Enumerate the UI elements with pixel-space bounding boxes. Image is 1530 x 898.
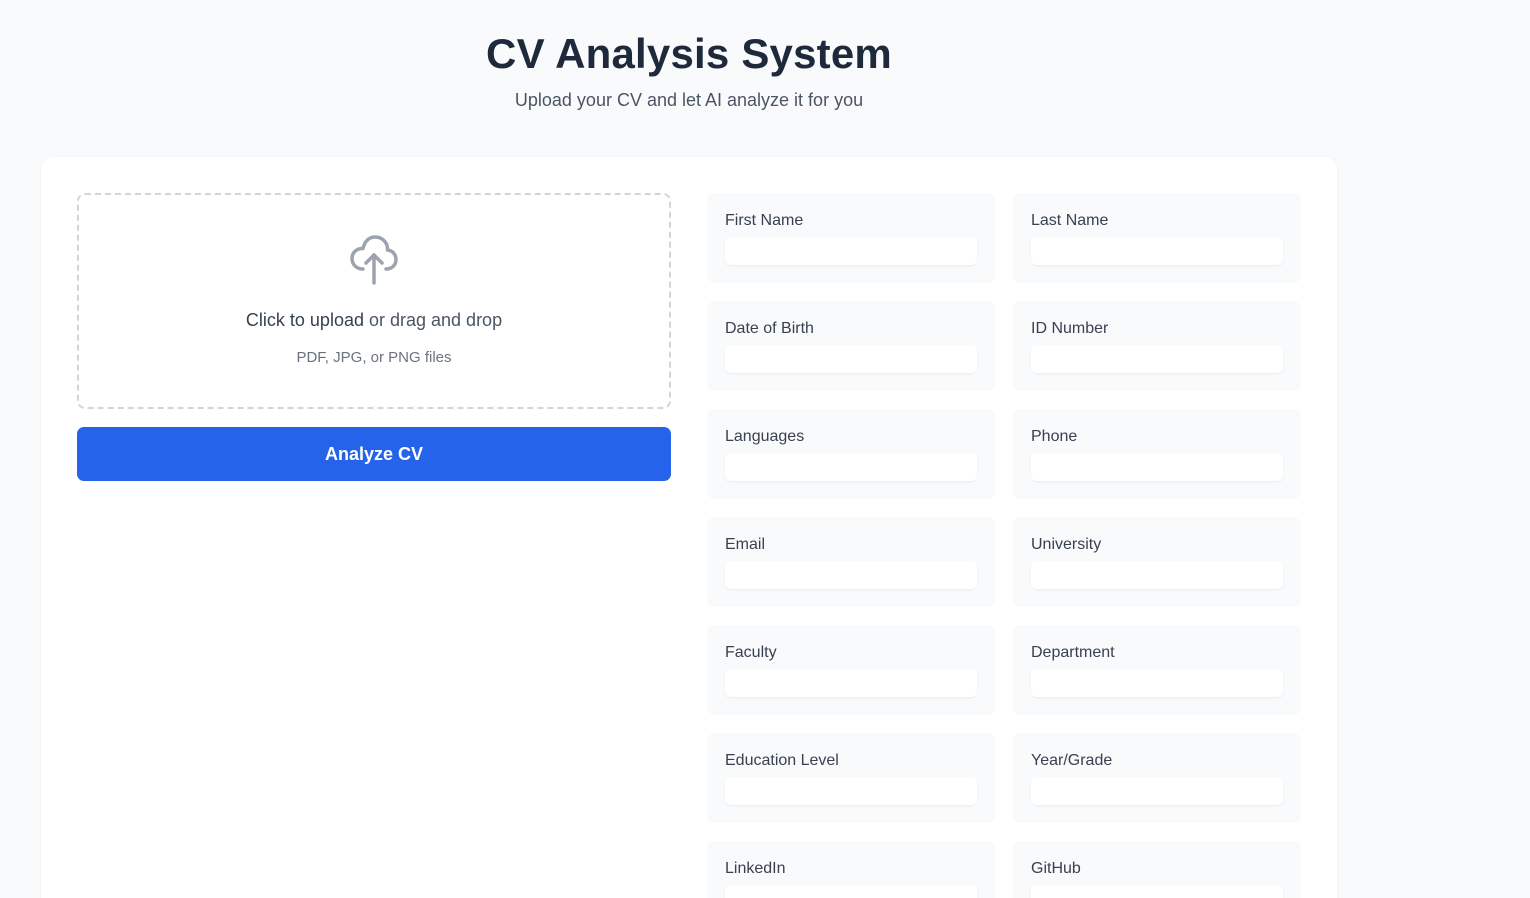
education-level-label: Education Level (725, 752, 839, 769)
github-label: GitHub (1031, 860, 1081, 877)
drag-drop-text: or drag and drop (363, 310, 503, 330)
first-name-input[interactable] (725, 237, 977, 265)
last-name-input[interactable] (1031, 237, 1283, 265)
first-name-label: First Name (725, 212, 804, 229)
github-input[interactable] (1031, 885, 1283, 898)
phone-label: Phone (1031, 428, 1078, 445)
field-id-number: ID Number (1013, 301, 1301, 391)
field-phone: Phone (1013, 409, 1301, 499)
university-label: University (1031, 536, 1102, 553)
department-label: Department (1031, 644, 1115, 661)
page-header: CV Analysis System Upload your CV and le… (41, 28, 1337, 112)
linkedin-label: LinkedIn (725, 860, 786, 877)
field-first-name: First Name (707, 193, 995, 283)
education-level-input[interactable] (725, 777, 977, 805)
field-year-grade: Year/Grade (1013, 733, 1301, 823)
main-card: Click to upload or drag and drop PDF, JP… (41, 157, 1337, 898)
languages-label: Languages (725, 428, 805, 445)
date-of-birth-input[interactable] (725, 345, 977, 373)
email-label: Email (725, 536, 766, 553)
id-number-label: ID Number (1031, 320, 1109, 337)
upload-instructions: Click to upload or drag and drop (79, 308, 669, 332)
field-university: University (1013, 517, 1301, 607)
analyze-cv-button[interactable]: Analyze CV (77, 427, 671, 481)
field-github: GitHub (1013, 841, 1301, 898)
field-email: Email (707, 517, 995, 607)
field-education-level: Education Level (707, 733, 995, 823)
last-name-label: Last Name (1031, 212, 1109, 229)
languages-input[interactable] (725, 453, 977, 481)
date-of-birth-label: Date of Birth (725, 320, 814, 337)
id-number-input[interactable] (1031, 345, 1283, 373)
cloud-upload-icon (349, 233, 399, 285)
page-subtitle: Upload your CV and let AI analyze it for… (514, 90, 864, 110)
department-input[interactable] (1031, 669, 1283, 697)
file-dropzone[interactable]: Click to upload or drag and drop PDF, JP… (77, 193, 671, 409)
faculty-label: Faculty (725, 644, 777, 661)
field-faculty: Faculty (707, 625, 995, 715)
faculty-input[interactable] (725, 669, 977, 697)
field-last-name: Last Name (1013, 193, 1301, 283)
field-department: Department (1013, 625, 1301, 715)
page-title: CV Analysis System (486, 30, 892, 77)
cv-fields-grid: First Name Last Name Date of Birth ID Numbe… (707, 193, 1301, 898)
university-input[interactable] (1031, 561, 1283, 589)
linkedin-input[interactable] (725, 885, 977, 898)
field-linkedin: LinkedIn (707, 841, 995, 898)
page: CV Analysis System Upload your CV and le… (0, 0, 1530, 898)
field-date-of-birth: Date of Birth (707, 301, 995, 391)
year-grade-label: Year/Grade (1031, 752, 1113, 769)
click-to-upload-link[interactable]: Click to upload (246, 310, 364, 330)
year-grade-input[interactable] (1031, 777, 1283, 805)
file-types-hint: PDF, JPG, or PNG files (296, 349, 452, 366)
field-languages: Languages (707, 409, 995, 499)
email-input[interactable] (725, 561, 977, 589)
upload-panel: Click to upload or drag and drop PDF, JP… (77, 193, 671, 481)
phone-input[interactable] (1031, 453, 1283, 481)
